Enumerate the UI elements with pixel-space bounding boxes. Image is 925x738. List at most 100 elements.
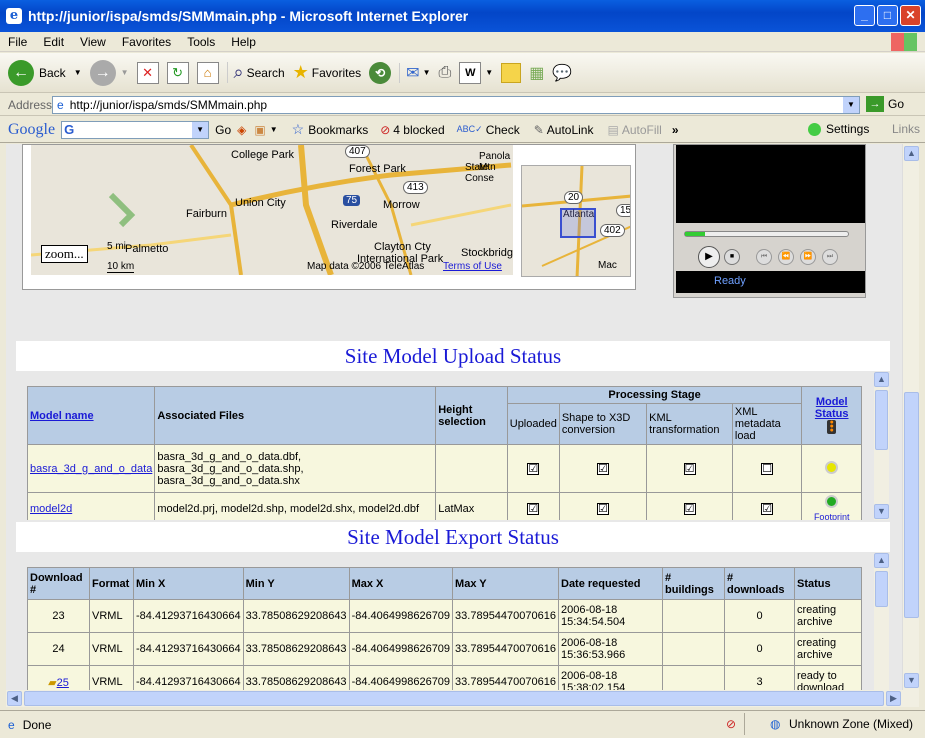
format-cell: VRML xyxy=(89,599,134,633)
windows-logo-icon xyxy=(891,33,917,51)
menu-help[interactable]: Help xyxy=(223,35,264,49)
scroll-down-icon[interactable]: ▼ xyxy=(874,504,889,519)
chevron-down-icon[interactable]: ▼ xyxy=(74,68,82,77)
popup-icon[interactable]: ▣ xyxy=(254,123,265,137)
model-link[interactable]: model2d xyxy=(30,503,72,515)
settings-button[interactable]: Settings xyxy=(826,122,869,136)
miny-cell: 33.78508629208643 xyxy=(242,599,350,633)
fast-forward-icon[interactable]: ⏩ xyxy=(800,249,816,265)
maxx-cell: -84.4064998626709 xyxy=(348,665,454,690)
chevron-down-icon[interactable]: ▼ xyxy=(270,125,278,134)
scroll-up-icon[interactable]: ▲ xyxy=(904,146,919,161)
table-row: basra_3d_g_and_o_data basra_3d_g_and_o_d… xyxy=(26,444,862,493)
links-button[interactable]: Links xyxy=(892,122,920,136)
seek-bar[interactable] xyxy=(684,231,849,237)
xml-checkbox: ☑ xyxy=(761,503,774,515)
chevron-down-icon[interactable]: ▼ xyxy=(192,121,209,138)
export-scrollbar[interactable]: ▲ xyxy=(874,553,889,690)
downloads-cell: 0 xyxy=(724,632,795,666)
minx-cell: -84.41293716430664 xyxy=(133,599,244,633)
menu-favorites[interactable]: Favorites xyxy=(114,35,179,49)
map-view[interactable]: College Park Forest Park Union City Fair… xyxy=(31,145,513,275)
google-toolbar: Google G ▼ Go ◈ ▣ ▼ ☆ Bookmarks ⊘ 4 bloc… xyxy=(0,117,925,143)
history-icon[interactable]: ⟲ xyxy=(369,61,392,84)
model-name-sort-link[interactable]: Model name xyxy=(30,410,94,422)
x3d-checkbox: ☑ xyxy=(596,503,609,515)
favorites-button[interactable]: ★ Favorites xyxy=(293,62,362,83)
download-link[interactable]: 25 xyxy=(57,677,69,689)
blocked-button[interactable]: 4 blocked xyxy=(393,123,444,137)
research-icon[interactable]: ▦ xyxy=(529,63,544,83)
refresh-icon[interactable]: ↻ xyxy=(166,61,189,84)
terms-link[interactable]: Terms of Use xyxy=(443,261,502,272)
scroll-thumb[interactable] xyxy=(24,691,884,706)
road-shield: 407 xyxy=(345,145,370,158)
edit-word-icon[interactable]: W xyxy=(459,61,482,84)
map-label: State Conse xyxy=(465,162,494,184)
previous-icon[interactable]: ⏮ xyxy=(756,249,772,265)
maximize-button[interactable]: □ xyxy=(877,5,898,26)
page-horizontal-scrollbar[interactable]: ◀ ▶ xyxy=(6,690,919,707)
home-icon[interactable]: ⌂ xyxy=(196,61,219,84)
zoom-button[interactable]: zoom... xyxy=(41,245,88,263)
address-input[interactable]: e http://junior/ispa/smds/SMMmain.php ▼ xyxy=(52,96,860,114)
scroll-up-icon[interactable]: ▲ xyxy=(874,372,889,387)
scroll-right-icon[interactable]: ▶ xyxy=(886,691,901,706)
menu-file[interactable]: File xyxy=(0,35,35,49)
autofill-button[interactable]: AutoFill xyxy=(622,123,662,137)
chevron-down-icon[interactable]: ▼ xyxy=(423,68,431,77)
stop-icon[interactable]: ■ xyxy=(724,249,740,265)
close-button[interactable]: ✕ xyxy=(900,5,921,26)
chevron-down-icon[interactable]: ▼ xyxy=(843,97,859,113)
forward-button[interactable]: → ▼ xyxy=(89,59,129,86)
model-status-link[interactable]: Model Status xyxy=(815,396,849,420)
messenger-icon[interactable]: 💬 xyxy=(552,63,572,83)
rewind-icon[interactable]: ⏪ xyxy=(778,249,794,265)
chevron-down-icon[interactable]: ▼ xyxy=(121,68,129,77)
upload-scrollbar[interactable]: ▲ ▼ xyxy=(874,372,889,520)
next-icon[interactable]: ⏭ xyxy=(822,249,838,265)
page-content: College Park Forest Park Union City Fair… xyxy=(6,144,902,690)
road-shield: 20 xyxy=(564,191,584,204)
scroll-down-icon[interactable]: ▼ xyxy=(904,673,919,688)
chevron-down-icon[interactable]: ▼ xyxy=(485,68,493,77)
files-cell: basra_3d_g_and_o_data.dbf, basra_3d_g_an… xyxy=(154,444,437,493)
stop-icon[interactable]: ✕ xyxy=(136,61,159,84)
menu-edit[interactable]: Edit xyxy=(35,35,72,49)
kml-header: KML transformation xyxy=(646,403,733,445)
files-header: Associated Files xyxy=(154,386,437,445)
maxx-cell: -84.4064998626709 xyxy=(348,599,454,633)
print-icon[interactable]: ⎙ xyxy=(438,64,451,82)
menu-tools[interactable]: Tools xyxy=(179,35,223,49)
menu-view[interactable]: View xyxy=(72,35,114,49)
map-label: Morrow xyxy=(383,199,420,211)
google-search-input[interactable]: G ▼ xyxy=(61,120,210,139)
maxy-header: Max Y xyxy=(452,567,559,600)
minimize-button[interactable]: _ xyxy=(854,5,875,26)
more-button[interactable]: » xyxy=(672,123,679,137)
scroll-left-icon[interactable]: ◀ xyxy=(7,691,22,706)
page-vertical-scrollbar[interactable]: ▲ ▼ xyxy=(902,144,919,690)
notes-icon[interactable] xyxy=(501,62,522,83)
search-button[interactable]: ⌕ Search xyxy=(226,62,285,83)
mail-icon[interactable]: ✉ xyxy=(406,63,419,83)
google-go-button[interactable]: Go xyxy=(215,123,231,137)
autolink-icon: ✎ xyxy=(533,122,544,137)
download-num-cell: 24 xyxy=(27,632,90,666)
back-button[interactable]: ← Back ▼ xyxy=(8,59,82,86)
spellcheck-icon: ABC✓ xyxy=(456,124,483,134)
overview-map[interactable]: 20 15 402 Atlanta Mac xyxy=(521,165,631,277)
check-button[interactable]: Check xyxy=(486,123,520,137)
status-bar: e Done ⊘ ◍ Unknown Zone (Mixed) xyxy=(0,710,925,738)
scroll-up-icon[interactable]: ▲ xyxy=(874,553,889,568)
scroll-thumb[interactable] xyxy=(904,392,919,618)
bookmarks-button[interactable]: Bookmarks xyxy=(308,123,368,137)
back-arrow-icon: ← xyxy=(8,59,34,86)
date-cell: 2006-08-18 15:36:53.966 xyxy=(558,632,663,666)
play-icon[interactable]: ▶ xyxy=(698,246,720,268)
autolink-button[interactable]: AutoLink xyxy=(547,123,594,137)
model-link[interactable]: basra_3d_g_and_o_data xyxy=(30,463,152,475)
go-button[interactable]: → Go xyxy=(866,96,904,112)
scroll-thumb[interactable] xyxy=(875,390,888,450)
scroll-thumb[interactable] xyxy=(875,571,888,607)
